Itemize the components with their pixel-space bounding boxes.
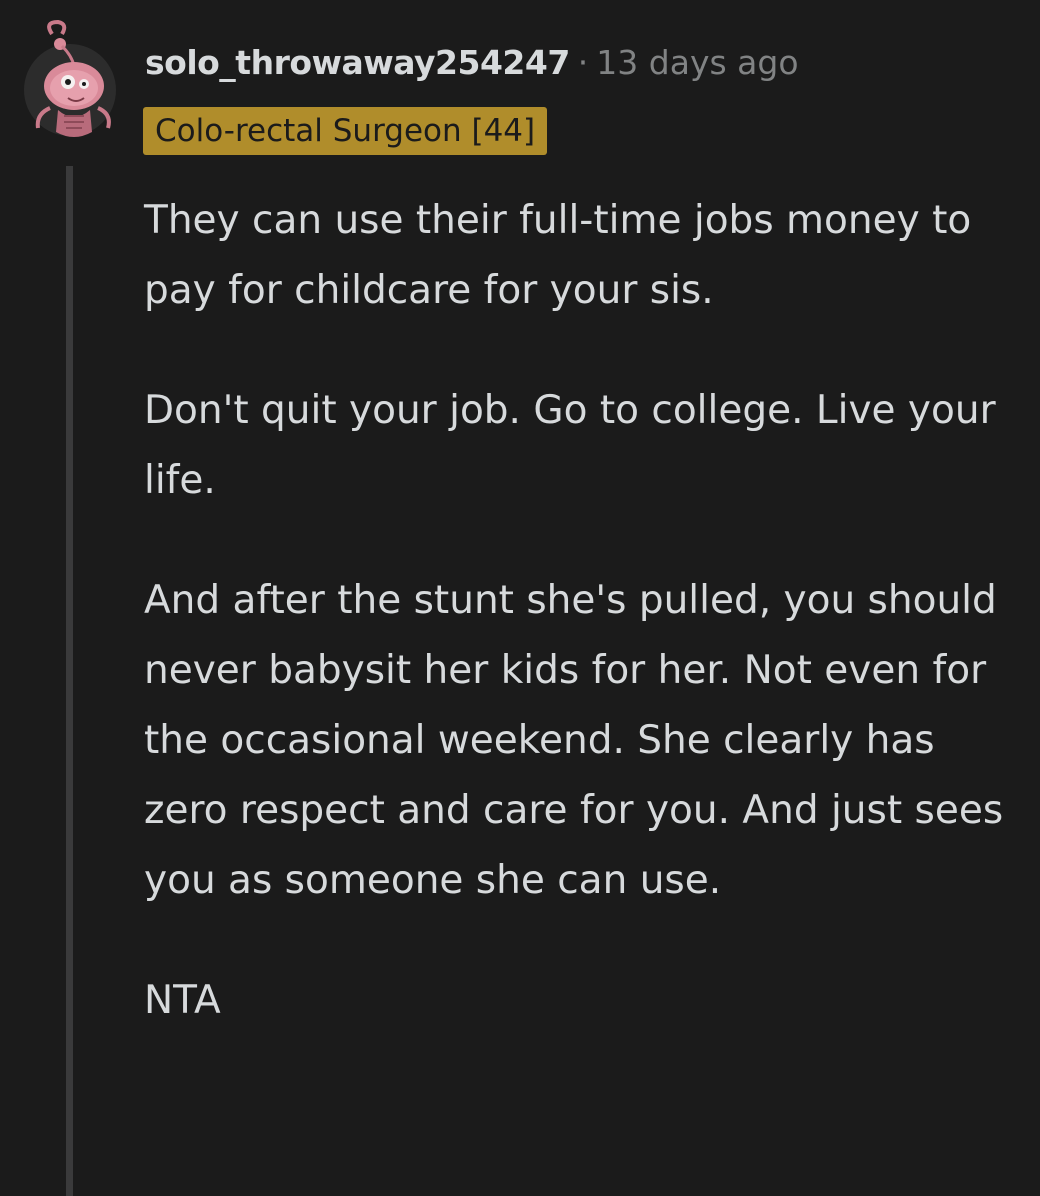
- comment-body: They can use their full-time jobs money …: [144, 186, 1014, 1086]
- comment-header: solo_throwaway254247 · 13 days ago: [145, 40, 799, 86]
- timestamp[interactable]: 13 days ago: [596, 43, 798, 82]
- user-flair: Colo-rectal Surgeon [44]: [143, 107, 548, 155]
- user-avatar[interactable]: [22, 16, 122, 142]
- username[interactable]: solo_throwaway254247: [145, 43, 570, 82]
- meta-separator: ·: [577, 43, 589, 82]
- thread-line[interactable]: [66, 166, 73, 1196]
- comment-paragraph: They can use their full-time jobs money …: [144, 198, 972, 313]
- comment-paragraph: Don't quit your job. Go to college. Live…: [144, 388, 996, 503]
- snoo-avatar-icon: [24, 19, 116, 137]
- comment-paragraph: NTA: [144, 978, 221, 1023]
- comment-paragraph: And after the stunt she's pulled, you sh…: [144, 578, 1004, 903]
